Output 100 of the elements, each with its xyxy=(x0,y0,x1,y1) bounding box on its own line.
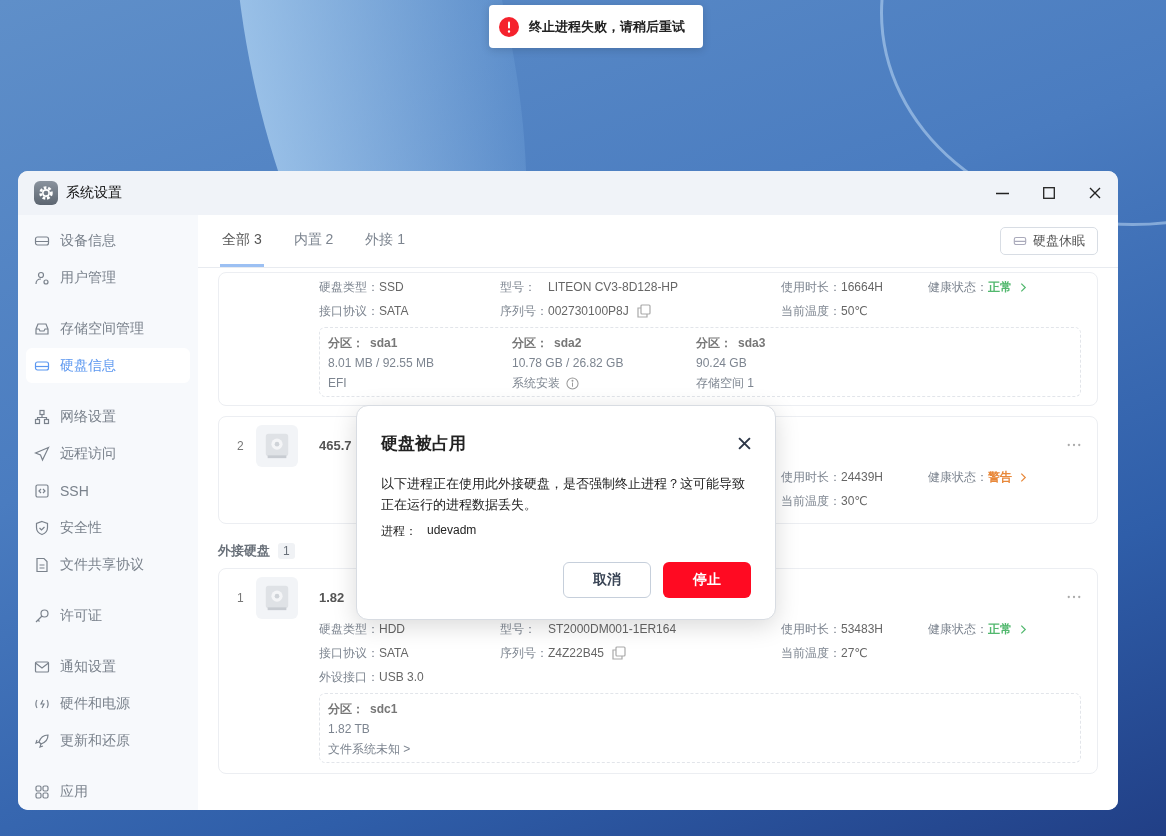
field-value: Z4Z22B45 xyxy=(548,646,605,660)
sidebar-item[interactable]: 设备信息 xyxy=(26,223,190,258)
tab[interactable]: 内置 2 xyxy=(291,215,336,267)
code-icon xyxy=(34,482,50,499)
info-field: 当前温度：50℃ xyxy=(781,299,928,323)
hibernate-button[interactable]: 硬盘休眠 xyxy=(1000,227,1098,255)
chevron-right-icon[interactable] xyxy=(1020,471,1027,483)
count-badge: 1 xyxy=(278,543,295,559)
info-field: 使用时长：24439H xyxy=(781,465,928,489)
partition-label: 分区： xyxy=(328,334,364,352)
info-field: 当前温度：30℃ xyxy=(781,489,928,513)
disk-number: 1 xyxy=(237,590,244,605)
user-icon xyxy=(34,269,50,286)
partition-name: sdc1 xyxy=(370,702,398,716)
field-value: ST2000DM001-1ER164 xyxy=(548,622,677,636)
partition-size: 10.78 GB / 26.82 GB xyxy=(512,355,625,372)
health-status[interactable]: 正常 xyxy=(988,620,1012,638)
sidebar-item[interactable]: 硬件和电源 xyxy=(26,686,190,721)
sidebar-item[interactable]: SSH xyxy=(26,473,190,508)
sidebar-item[interactable]: 通知设置 xyxy=(26,649,190,684)
sidebar-item[interactable]: 网络设置 xyxy=(26,399,190,434)
info-field: 当前温度：27℃ xyxy=(781,641,928,665)
rocket-icon xyxy=(34,732,50,749)
window-title: 系统设置 xyxy=(66,184,122,202)
partition-label: 分区： xyxy=(512,334,548,352)
partition-label: 分区： xyxy=(696,334,732,352)
mail-icon xyxy=(34,658,50,675)
file-icon xyxy=(34,556,50,573)
partition-name: sda2 xyxy=(554,336,582,350)
gear-icon xyxy=(34,181,58,205)
partition-usage: 系统安装 xyxy=(512,374,560,392)
info-field: 接口协议：SATA xyxy=(319,299,500,323)
close-icon[interactable] xyxy=(738,437,751,450)
maximize-icon[interactable] xyxy=(1043,187,1055,199)
sidebar-item[interactable]: 硬盘信息 xyxy=(26,348,190,383)
dialog-message: 以下进程正在使用此外接硬盘，是否强制终止进程？这可能导致正在运行的进程数据丢失。 xyxy=(381,475,746,514)
disk-capacity: 1.82 xyxy=(319,589,345,605)
key-icon xyxy=(34,607,50,624)
field-label: 型号： xyxy=(500,278,537,296)
sidebar-item[interactable]: 存储空间管理 xyxy=(26,311,190,346)
cancel-button[interactable]: 取消 xyxy=(563,562,651,598)
drive-icon xyxy=(1013,234,1027,248)
field-label: 序列号： xyxy=(500,302,548,320)
hard-drive-icon xyxy=(255,577,298,619)
health-status[interactable]: 正常 xyxy=(988,278,1012,296)
chevron-right-icon[interactable] xyxy=(1020,623,1027,635)
partition-usage: EFI xyxy=(328,376,347,390)
sidebar-item[interactable]: 更新和还原 xyxy=(26,723,190,758)
field-value: LITEON CV3-8D128-HP xyxy=(548,280,679,294)
more-icon[interactable] xyxy=(1067,443,1081,447)
more-icon[interactable] xyxy=(1067,595,1081,599)
grid-icon xyxy=(34,783,50,800)
info-field: 使用时长：53483H xyxy=(781,617,928,641)
partition-usage: 文件系统未知 > xyxy=(328,740,411,758)
info-field: 硬盘类型：SSD xyxy=(319,275,500,299)
tab[interactable]: 全部 3 xyxy=(220,215,264,267)
sidebar-item[interactable]: 安全性 xyxy=(26,510,190,545)
partition-size: 90.24 GB xyxy=(696,355,748,372)
copy-icon[interactable] xyxy=(612,646,627,660)
section-title: 外接硬盘 xyxy=(218,542,270,560)
partition-name: sda3 xyxy=(738,336,766,350)
sidebar-item[interactable]: 用户管理 xyxy=(26,260,190,295)
hard-drive-icon xyxy=(255,425,298,467)
sidebar-item[interactable]: 文件共享协议 xyxy=(26,547,190,582)
error-icon xyxy=(499,16,519,37)
field-label: 健康状态： xyxy=(928,278,988,296)
disk-number: 2 xyxy=(237,438,244,453)
partition-label: 分区： xyxy=(328,700,364,718)
info-field: 硬盘类型：HDD xyxy=(319,617,500,641)
field-label: 健康状态： xyxy=(928,620,988,638)
partition-size: 8.01 MB / 92.55 MB xyxy=(328,355,436,372)
info-field: 外设接口：USB 3.0 xyxy=(319,665,500,689)
tab[interactable]: 外接 1 xyxy=(363,215,408,267)
network-icon xyxy=(34,408,50,425)
field-label: 健康状态： xyxy=(928,468,988,486)
info-field: 接口协议：SATA xyxy=(319,641,500,665)
sidebar-item[interactable]: 应用 xyxy=(26,774,190,809)
stop-button[interactable]: 停止 xyxy=(663,562,751,598)
field-value: 002730100P8J xyxy=(548,304,629,318)
partition-name: sda1 xyxy=(370,336,398,350)
info-icon[interactable] xyxy=(566,376,579,390)
info-field: 使用时长：16664H xyxy=(781,275,928,299)
process-label: 进程： xyxy=(381,523,417,540)
toast-message: 终止进程失败，请稍后重试 xyxy=(529,17,685,36)
shield-icon xyxy=(34,519,50,536)
field-label: 序列号： xyxy=(500,644,548,662)
tray-icon xyxy=(34,320,50,337)
dialog-title: 硬盘被占用 xyxy=(381,433,466,455)
partition-usage: 存储空间 1 xyxy=(696,374,754,392)
sidebar-item[interactable]: 远程访问 xyxy=(26,436,190,471)
sidebar-item[interactable]: 许可证 xyxy=(26,598,190,633)
close-icon[interactable] xyxy=(1089,187,1101,199)
health-status[interactable]: 警告 xyxy=(988,468,1012,486)
copy-icon[interactable] xyxy=(636,304,651,318)
disk-capacity: 465.7 xyxy=(319,437,352,453)
partition-size: 1.82 TB xyxy=(328,721,371,738)
chevron-right-icon[interactable] xyxy=(1020,281,1027,293)
field-label: 型号： xyxy=(500,620,537,638)
process-name: udevadm xyxy=(427,523,477,539)
send-icon xyxy=(34,445,50,462)
